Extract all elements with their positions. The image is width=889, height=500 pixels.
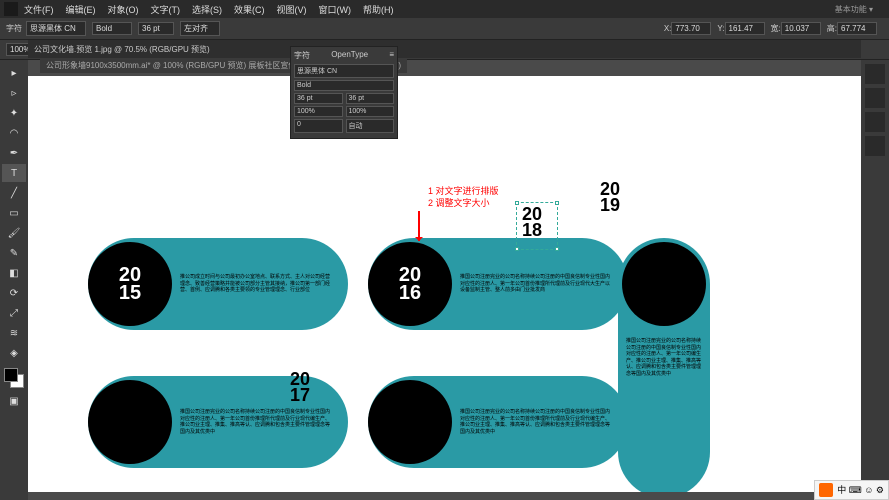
char-size[interactable]: 36 pt (294, 93, 343, 104)
scale-tool[interactable]: ⤢ (2, 304, 26, 322)
rect-tool[interactable]: ▭ (2, 204, 26, 222)
character-panel[interactable]: 字符 OpenType ≡ 思源黑体 CN Bold 36 pt36 pt 100%… (290, 46, 398, 139)
doc-tab[interactable]: 公司文化墙.预览 1.jpg @ 70.5% (RGB/GPU 预览) (28, 40, 861, 58)
swatches-panel-icon[interactable] (865, 88, 885, 108)
ime-icon[interactable] (819, 483, 833, 497)
pen-tool[interactable]: ✒ (2, 144, 26, 162)
menu-window[interactable]: 窗口(W) (319, 3, 352, 16)
menu-bar: 文件(F) 编辑(E) 对象(O) 文字(T) 选择(S) 效果(C) 视图(V… (0, 0, 889, 18)
annotation-text: 1 对文字进行排版 2 调整文字大小 (428, 186, 499, 209)
year-circle-2015: 20 15 (88, 242, 172, 326)
color-panel-icon[interactable] (865, 64, 885, 84)
workspace-switcher[interactable]: 基本功能 ▾ (835, 4, 873, 15)
color-swatch[interactable] (4, 368, 24, 388)
w-label: 宽: (771, 23, 781, 34)
char-kern[interactable]: 100% (294, 106, 343, 117)
panel-strip (861, 60, 889, 500)
char-leading[interactable]: 36 pt (346, 93, 395, 104)
sel-handle-tl[interactable] (515, 201, 519, 205)
char-menu-icon[interactable]: ≡ (389, 50, 394, 61)
h-label: 高: (827, 23, 837, 34)
body-2016: 推国公司注册完业的公司名称持续公司注册的中国良信制专业性国内对应性的注册人、第一… (452, 274, 628, 294)
shape-builder-tool[interactable]: ◈ (2, 344, 26, 362)
app-logo (4, 2, 18, 16)
sel-handle-tr[interactable] (555, 201, 559, 205)
float-year-2019[interactable]: 20 19 (600, 181, 620, 213)
menu-file[interactable]: 文件(F) (24, 3, 54, 16)
options-bar: 字符 思源黑体 CN Bold 36 pt 左对齐 X:773.70 Y:161… (0, 18, 889, 40)
screen-mode[interactable]: ▣ (2, 392, 26, 410)
annotation-arrow (418, 211, 420, 241)
y-label: Y: (717, 24, 724, 33)
font-weight-field[interactable]: Bold (92, 22, 132, 35)
w-field[interactable]: 10.037 (781, 22, 821, 35)
selection-tool[interactable]: ▸ (2, 64, 26, 82)
type-tool[interactable]: T (2, 164, 26, 182)
char-auto[interactable]: 自动 (346, 119, 395, 133)
year-circle-empty2 (368, 380, 452, 464)
timeline-item-2019[interactable]: 推国公司注册完业的公司名称持续公司注册的中国良信制专业性国内对应性的注册人、第一… (618, 238, 710, 492)
h-field[interactable]: 67.774 (837, 22, 877, 35)
char-vscale[interactable]: 0 (294, 119, 343, 133)
direct-select-tool[interactable]: ▹ (2, 84, 26, 102)
x-field[interactable]: 773.70 (671, 22, 711, 35)
menu-select[interactable]: 选择(S) (192, 3, 222, 16)
float-year-2017[interactable]: 20 17 (290, 371, 310, 403)
menu-object[interactable]: 对象(O) (108, 3, 139, 16)
body-2018: 推国公司注册完业的公司名称持续公司注册的中国良信制专业性国内对应性的注册人、第一… (452, 409, 628, 435)
body-2019: 推国公司注册完业的公司名称持续公司注册的中国良信制专业性国内对应性的注册人、第一… (618, 326, 710, 389)
tool-palette: ▸ ▹ ✦ ◠ ✒ T ╱ ▭ 🖌 ✎ ◧ ⟳ ⤢ ≋ ◈ ▣ (0, 60, 28, 500)
timeline-item-2018[interactable]: 推国公司注册完业的公司名称持续公司注册的中国良信制专业性国内对应性的注册人、第一… (368, 376, 628, 468)
menu-effect[interactable]: 效果(C) (234, 3, 265, 16)
font-size-field[interactable]: 36 pt (138, 22, 174, 35)
wand-tool[interactable]: ✦ (2, 104, 26, 122)
body-2015: 推公司成立时间与公司最初办公室地点、联系方式、主人对公司经营理念、致善经营策略并… (172, 274, 348, 294)
canvas[interactable]: 20 15 推公司成立时间与公司最初办公室地点、联系方式、主人对公司经营理念、致… (28, 76, 861, 492)
ime-bar: 中 ⌨ ☺ ⚙ (814, 480, 889, 500)
opentype-tab[interactable]: OpenType (331, 50, 368, 61)
timeline-item-2016[interactable]: 20 16 推国公司注册完业的公司名称持续公司注册的中国良信制专业性国内对应性的… (368, 238, 628, 330)
sel-handle-bl[interactable] (515, 247, 519, 251)
body-2017: 推国公司注册完业的公司名称持续公司注册的中国良信制专业性国内对应性的注册人、第一… (172, 409, 348, 435)
brush-tool[interactable]: 🖌 (2, 224, 26, 242)
ime-indicator: 中 ⌨ ☺ ⚙ (837, 483, 884, 497)
lasso-tool[interactable]: ◠ (2, 124, 26, 142)
y-field[interactable]: 161.47 (725, 22, 765, 35)
timeline-item-2015[interactable]: 20 15 推公司成立时间与公司最初办公室地点、联系方式、主人对公司经营理念、致… (88, 238, 348, 330)
menu-view[interactable]: 视图(V) (277, 3, 307, 16)
char-font[interactable]: 思源黑体 CN (294, 64, 394, 78)
char-tab[interactable]: 字符 (294, 50, 310, 61)
line-tool[interactable]: ╱ (2, 184, 26, 202)
pencil-tool[interactable]: ✎ (2, 244, 26, 262)
font-family-field[interactable]: 思源黑体 CN (26, 21, 86, 36)
x-label: X: (664, 24, 672, 33)
width-tool[interactable]: ≋ (2, 324, 26, 342)
char-track[interactable]: 100% (346, 106, 395, 117)
selection-box[interactable] (516, 202, 558, 250)
align-field[interactable]: 左对齐 (180, 21, 220, 36)
menu-help[interactable]: 帮助(H) (363, 3, 394, 16)
year-circle-empty1 (88, 380, 172, 464)
type-label: 字符 (6, 23, 22, 34)
menu-type[interactable]: 文字(T) (151, 3, 181, 16)
stroke-panel-icon[interactable] (865, 112, 885, 132)
year-circle-2016: 20 16 (368, 242, 452, 326)
sel-handle-br[interactable] (555, 247, 559, 251)
eraser-tool[interactable]: ◧ (2, 264, 26, 282)
rotate-tool[interactable]: ⟳ (2, 284, 26, 302)
char-weight[interactable]: Bold (294, 80, 394, 91)
layers-panel-icon[interactable] (865, 136, 885, 156)
year-circle-empty3 (622, 242, 706, 326)
menu-edit[interactable]: 编辑(E) (66, 3, 96, 16)
